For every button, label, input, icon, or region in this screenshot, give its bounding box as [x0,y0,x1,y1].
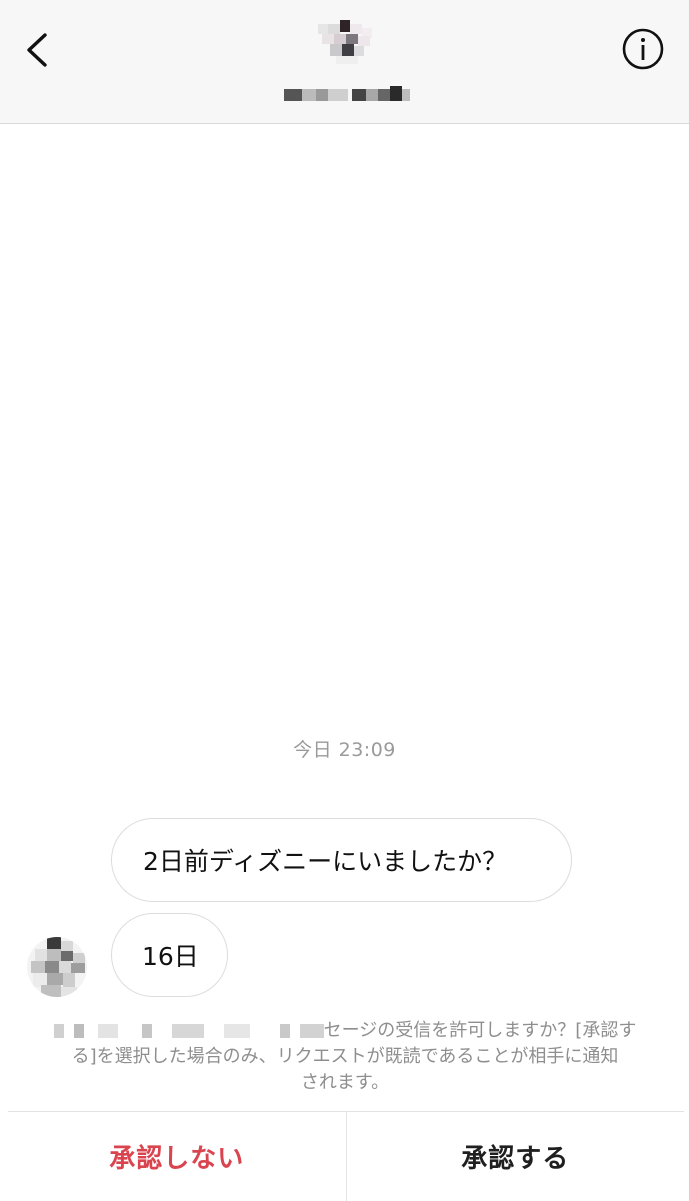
incoming-message-bubble[interactable]: 16日 [111,913,228,997]
header-username-redacted[interactable] [284,86,410,102]
chevron-left-icon [27,33,47,67]
message-text: 2日前ディズニーにいましたか？ [143,847,508,876]
notice-line-3: されます。 [300,1072,390,1093]
info-button[interactable] [621,27,665,71]
request-action-bar: 承認しない 承認する [8,1111,684,1201]
redacted-avatar-image [318,20,372,64]
notice-line-1: セージの受信を許可しますか？[承認す [28,1018,662,1044]
notice-line-2: る]を選択した場合のみ、リクエストが既読であることが相手に通知 [71,1046,619,1067]
header-avatar[interactable] [316,18,376,66]
message-request-notice: セージの受信を許可しますか？[承認す る]を選択した場合のみ、リクエストが既読で… [28,1018,662,1096]
notice-text: セージの受信を許可しますか？[承認す [323,1020,637,1041]
redacted-text [53,1024,324,1038]
back-button[interactable] [16,28,60,72]
chat-header [0,0,689,124]
sender-avatar[interactable] [27,937,87,997]
message-text: 16日 [142,942,199,971]
redacted-avatar-image [27,937,87,997]
accept-button[interactable]: 承認する [347,1112,685,1201]
incoming-message-bubble[interactable]: 2日前ディズニーにいましたか？ [111,818,572,902]
info-icon [622,28,664,70]
decline-button[interactable]: 承認しない [8,1112,347,1201]
message-timestamp: 今日 23:09 [293,739,396,761]
